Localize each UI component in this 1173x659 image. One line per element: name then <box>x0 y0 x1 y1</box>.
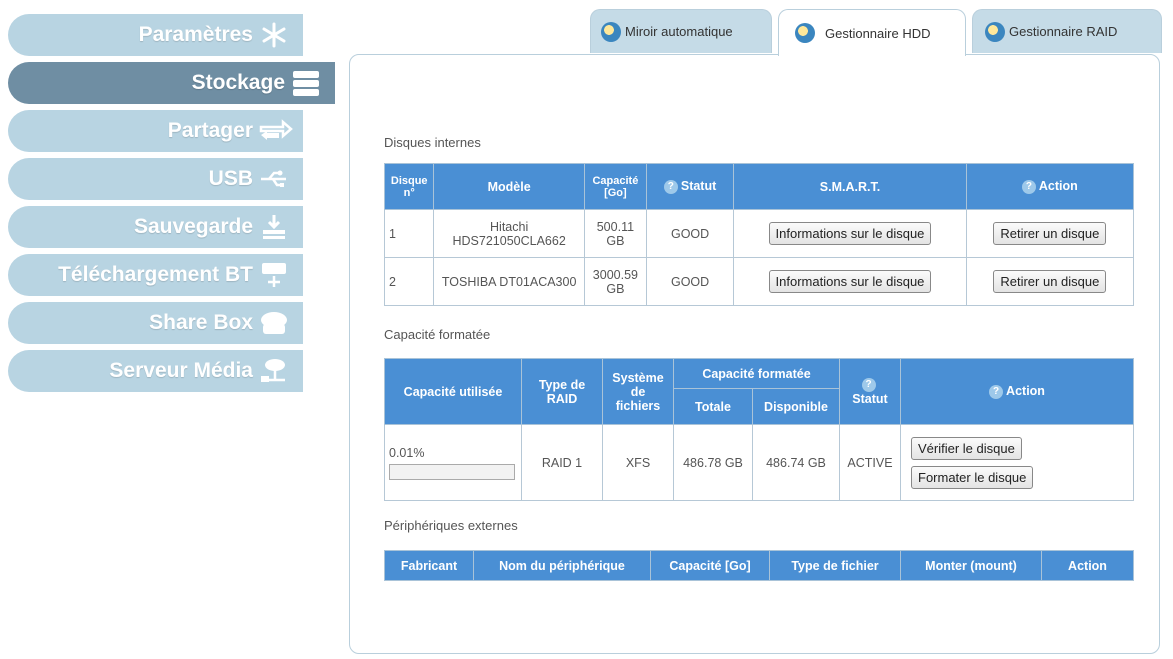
smart-cell: Informations sur le disque <box>733 257 967 306</box>
bittorrent-icon <box>259 262 289 288</box>
help-icon[interactable]: ? <box>989 384 1004 399</box>
smart-cell: Informations sur le disque <box>733 209 967 258</box>
col-disk: Disque n° <box>383 163 435 210</box>
formatted-capacity-table: Capacité utilisée Type de RAID Système d… <box>384 358 1134 501</box>
media-server-icon <box>259 358 289 384</box>
sidebar-item-label: Serveur Média <box>109 359 253 382</box>
tab-gestionnaire-hdd[interactable]: Gestionnaire HDD <box>778 9 966 56</box>
disk-number: 1 <box>383 209 435 258</box>
help-icon[interactable]: ? <box>861 377 876 392</box>
used-percent: 0.01% <box>389 445 425 460</box>
tab-label: Gestionnaire RAID <box>1009 24 1118 39</box>
col-file-type: Type de fichier <box>769 550 901 581</box>
tab-miroir-automatique[interactable]: Miroir automatique <box>590 9 772 53</box>
disk-status: GOOD <box>645 257 735 306</box>
col-used: Capacité utilisée <box>384 358 522 425</box>
table-row: 1 Hitachi HDS721050CLA662 500.11 GB GOOD… <box>383 209 1135 258</box>
sidebar: Paramètres Stockage Partager USB Sauvega… <box>8 14 340 398</box>
disk-model: Hitachi HDS721050CLA662 <box>433 209 585 258</box>
sidebar-item-label: Share Box <box>149 311 253 334</box>
col-action: ? Action <box>900 358 1134 425</box>
sidebar-item-label: Partager <box>167 119 253 142</box>
help-icon[interactable]: ? <box>1021 179 1036 194</box>
share-box-icon <box>259 310 289 336</box>
tab-disc-icon <box>601 21 621 42</box>
col-formatted-capacity: Capacité formatée <box>673 358 840 389</box>
tab-gestionnaire-raid[interactable]: Gestionnaire RAID <box>972 9 1162 53</box>
table-row: 2 TOSHIBA DT01ACA300 3000.59 GB GOOD Inf… <box>383 257 1135 306</box>
external-devices-table: Fabricant Nom du périphérique Capacité [… <box>384 550 1134 581</box>
disk-status: GOOD <box>645 209 735 258</box>
sidebar-item-parametres[interactable]: Paramètres <box>8 14 303 56</box>
usb-icon <box>259 166 289 192</box>
share-arrows-icon <box>259 118 293 144</box>
disk-number: 2 <box>383 257 435 306</box>
tab-label: Gestionnaire HDD <box>825 25 931 41</box>
tab-disc-icon <box>795 23 815 43</box>
formatted-capacity-title: Capacité formatée <box>384 327 491 342</box>
raid-type: RAID 1 <box>521 424 603 501</box>
tab-disc-icon <box>985 21 1005 42</box>
verify-disk-button[interactable]: Vérifier le disque <box>911 436 1022 460</box>
download-tray-icon <box>259 214 289 240</box>
disk-info-button[interactable]: Informations sur le disque <box>768 222 932 245</box>
internal-disks-title: Disques internes <box>384 135 481 150</box>
used-cell: 0.01% <box>384 424 522 501</box>
sidebar-item-telechargement-bt[interactable]: Téléchargement BT <box>8 254 303 296</box>
external-devices-title: Périphériques externes <box>384 518 518 533</box>
action-cell: Retirer un disque <box>965 209 1135 258</box>
filesystem: XFS <box>602 424 674 501</box>
snowflake-icon <box>259 22 289 48</box>
col-filesystem: Système de fichiers <box>602 358 674 425</box>
disk-capacity: 500.11 GB <box>583 209 647 258</box>
action-cell: Retirer un disque <box>965 257 1135 306</box>
total-capacity: 486.78 GB <box>673 424 753 501</box>
disk-capacity: 3000.59 GB <box>583 257 647 306</box>
col-device-name: Nom du périphérique <box>473 550 651 581</box>
col-action: ? Action <box>965 163 1135 210</box>
help-icon[interactable]: ? <box>663 179 678 194</box>
col-model: Modèle <box>433 163 585 210</box>
sidebar-item-label: USB <box>208 167 253 190</box>
sidebar-item-share-box[interactable]: Share Box <box>8 302 303 344</box>
format-disk-button[interactable]: Formater le disque <box>911 465 1034 489</box>
col-mount: Monter (mount) <box>900 550 1042 581</box>
action-cell: Vérifier le disque Formater le disque <box>900 424 1134 501</box>
disk-info-button[interactable]: Informations sur le disque <box>768 270 932 293</box>
col-status: ? Statut <box>839 358 901 425</box>
sidebar-item-stockage[interactable]: Stockage <box>8 62 335 104</box>
col-status: ? Statut <box>645 163 735 210</box>
sidebar-item-serveur-media[interactable]: Serveur Média <box>8 350 303 392</box>
sidebar-item-usb[interactable]: USB <box>8 158 303 200</box>
sidebar-item-sauvegarde[interactable]: Sauvegarde <box>8 206 303 248</box>
tab-label: Miroir automatique <box>625 24 733 39</box>
remove-disk-button[interactable]: Retirer un disque <box>993 270 1107 293</box>
sidebar-item-label: Stockage <box>191 71 285 94</box>
sidebar-item-label: Paramètres <box>138 23 253 46</box>
col-capacity: Capacité [Go] <box>583 163 647 210</box>
internal-disks-table: Disque n° Modèle Capacité [Go] ? Statut S… <box>383 163 1135 306</box>
col-capacity: Capacité [Go] <box>650 550 770 581</box>
table-row: 0.01% RAID 1 XFS 486.78 GB 486.74 GB ACT… <box>384 424 1134 501</box>
col-action: Action <box>1041 550 1134 581</box>
sidebar-item-partager[interactable]: Partager <box>8 110 303 152</box>
sidebar-item-label: Téléchargement BT <box>58 263 253 286</box>
storage-stack-icon <box>291 70 321 96</box>
col-raid-type: Type de RAID <box>521 358 603 425</box>
col-manufacturer: Fabricant <box>384 550 474 581</box>
remove-disk-button[interactable]: Retirer un disque <box>993 222 1107 245</box>
col-smart: S.M.A.R.T. <box>733 163 967 210</box>
volume-status: ACTIVE <box>839 424 901 501</box>
sidebar-item-label: Sauvegarde <box>133 215 253 238</box>
available-capacity: 486.74 GB <box>752 424 840 501</box>
col-total: Totale <box>673 388 753 425</box>
col-available: Disponible <box>752 388 840 425</box>
usage-progress-bar <box>389 463 515 480</box>
disk-model: TOSHIBA DT01ACA300 <box>433 257 585 306</box>
